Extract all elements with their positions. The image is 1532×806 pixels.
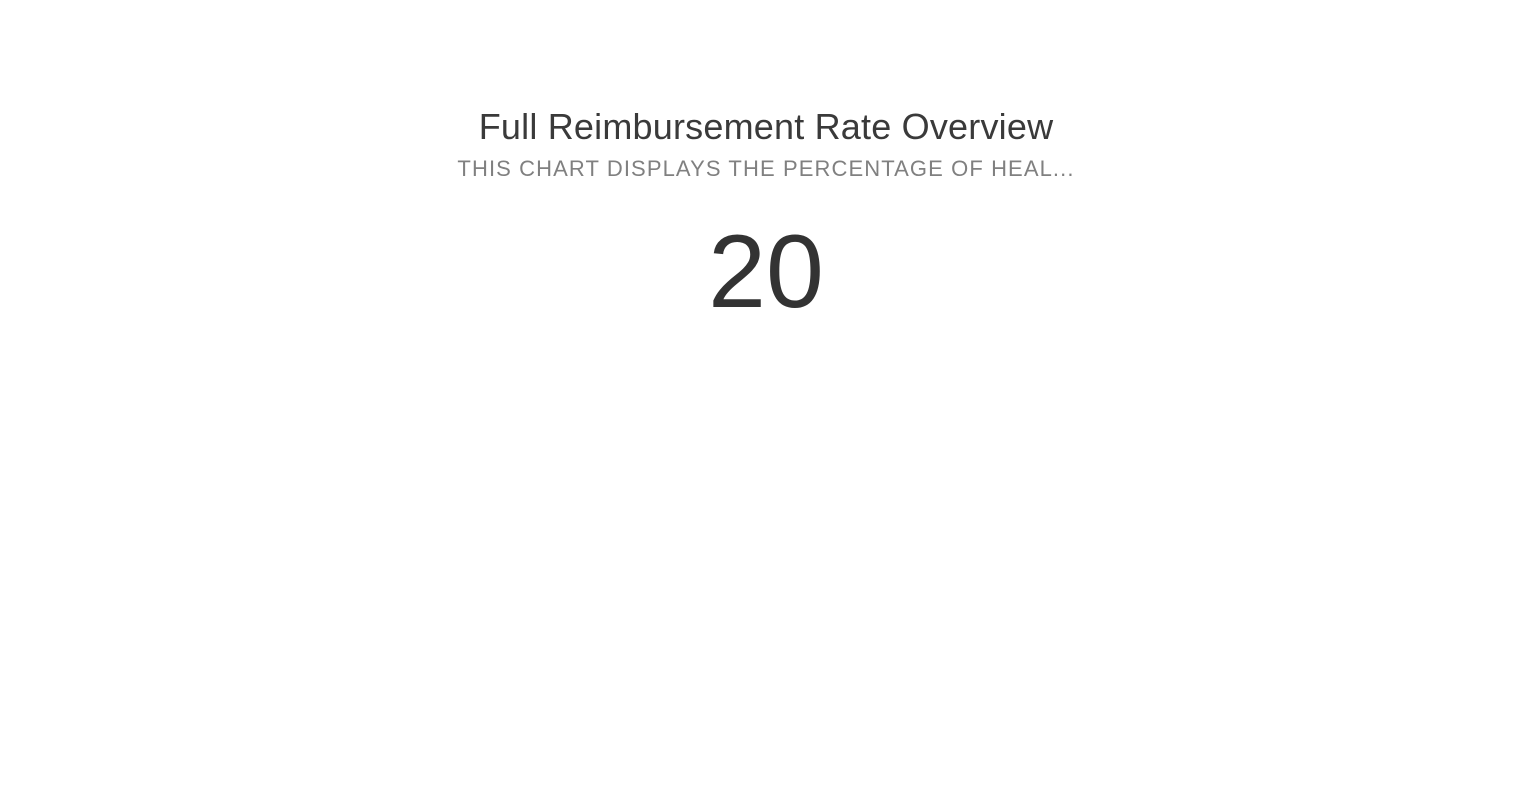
kpi-card: Full Reimbursement Rate Overview THIS CH… <box>0 0 1532 806</box>
chart-title: Full Reimbursement Rate Overview <box>478 106 1054 147</box>
kpi-value: 20 <box>708 214 824 330</box>
chart-subtitle: THIS CHART DISPLAYS THE PERCENTAGE OF HE… <box>457 156 1075 181</box>
kpi-header: Full Reimbursement Rate Overview THIS CH… <box>0 102 1532 184</box>
